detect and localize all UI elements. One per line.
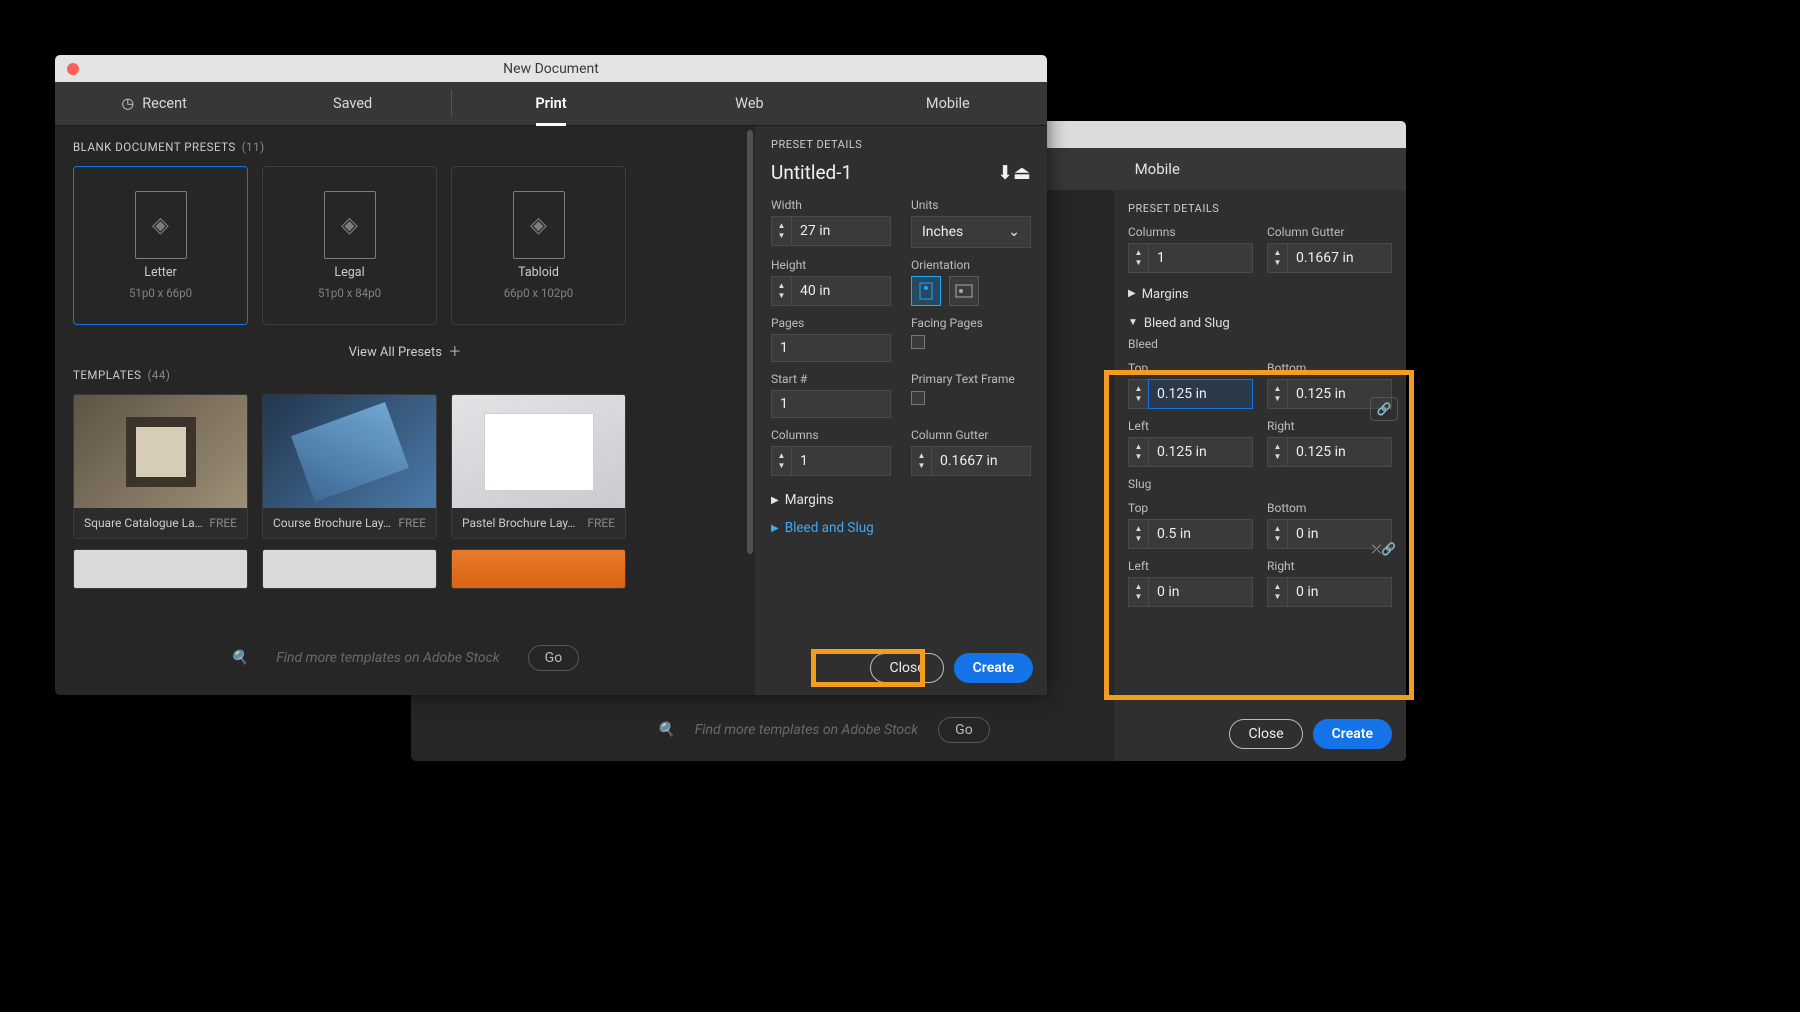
preset-details-panel: PRESET DETAILS Untitled-1 ⬇︎⏏︎ Width ▲▼ … — [755, 126, 1047, 695]
view-all-presets[interactable]: View All Presets ＋ — [73, 341, 737, 360]
start-number-input[interactable]: 1 — [771, 390, 891, 418]
search-icon: 🔍 — [657, 722, 674, 738]
go-button-back[interactable]: Go — [938, 717, 990, 743]
page-icon: ◈ — [530, 213, 547, 238]
pages-input[interactable]: 1 — [771, 334, 891, 362]
chevron-up-down-icon[interactable]: ▲▼ — [911, 446, 931, 476]
template-item[interactable] — [262, 549, 437, 589]
facing-pages-label: Facing Pages — [911, 316, 1031, 330]
scrollbar[interactable] — [747, 128, 753, 693]
go-button-front[interactable]: Go — [528, 645, 580, 671]
columns-label-back: Columns — [1128, 225, 1253, 239]
orientation-landscape[interactable] — [949, 276, 979, 306]
preset-details-header: PRESET DETAILS — [771, 138, 1031, 151]
create-button-back[interactable]: Create — [1313, 719, 1392, 749]
columns-value-back[interactable]: 1 — [1148, 243, 1253, 273]
close-button-back[interactable]: Close — [1229, 719, 1302, 749]
gutter-label: Column Gutter — [911, 428, 1031, 442]
window-title: New Document — [55, 61, 1047, 77]
bleed-label: Bleed — [1128, 337, 1392, 351]
pages-label: Pages — [771, 316, 891, 330]
height-stepper[interactable]: ▲▼ 40 in — [771, 276, 891, 306]
units-select[interactable]: Inches ⌄ — [911, 216, 1031, 248]
chevron-up-down-icon[interactable]: ▲▼ — [771, 276, 791, 306]
clock-icon: ◷ — [122, 95, 135, 112]
chevron-up-down-icon[interactable]: ▲▼ — [1128, 243, 1148, 273]
stock-search-front: 🔍 Find more templates on Adobe Stock Go — [135, 645, 675, 671]
columns-label: Columns — [771, 428, 891, 442]
page-icon: ◈ — [152, 213, 169, 238]
tab-web[interactable]: Web — [650, 82, 848, 125]
gutter-value[interactable]: 0.1667 in — [931, 446, 1031, 476]
bleed-slug-collapser[interactable]: ▶ Bleed and Slug — [771, 514, 1031, 542]
presets-pane: BLANK DOCUMENT PRESETS(11) ◈ Letter 51p0… — [55, 126, 755, 695]
stock-search-back: 🔍 Find more templates on Adobe Stock Go — [551, 717, 1096, 743]
tab-mobile[interactable]: Mobile — [849, 82, 1047, 125]
search-icon: 🔍 — [231, 650, 248, 666]
orientation-portrait[interactable] — [911, 276, 941, 306]
primary-text-frame-checkbox[interactable] — [911, 391, 925, 405]
primary-text-frame-label: Primary Text Frame — [911, 372, 1031, 386]
height-value[interactable]: 40 in — [791, 276, 891, 306]
template-item[interactable]: Square Catalogue La…FREE — [73, 394, 248, 539]
templates-section-label: TEMPLATES(44) — [73, 368, 737, 382]
template-item[interactable] — [73, 549, 248, 589]
margins-collapser-back[interactable]: ▶ Margins — [1128, 287, 1392, 302]
height-label: Height — [771, 258, 891, 272]
plus-icon: ＋ — [448, 345, 461, 360]
chevron-up-down-icon[interactable]: ▲▼ — [771, 216, 791, 246]
category-tabs: ◷ Recent Saved Print Web Mobile — [55, 82, 1047, 126]
gutter-value-back[interactable]: 0.1667 in — [1287, 243, 1392, 273]
preset-tabloid[interactable]: ◈ Tabloid 66p0 x 102p0 — [451, 166, 626, 325]
template-item[interactable]: Course Brochure Lay…FREE — [262, 394, 437, 539]
highlight-bleed-slug-row — [811, 649, 925, 687]
units-label: Units — [911, 198, 1031, 212]
columns-stepper[interactable]: ▲▼ 1 — [771, 446, 891, 476]
orientation-label: Orientation — [911, 258, 1031, 272]
preset-letter[interactable]: ◈ Letter 51p0 x 66p0 — [73, 166, 248, 325]
tab-recent[interactable]: ◷ Recent — [55, 82, 253, 125]
chevron-right-icon: ▶ — [1128, 288, 1136, 299]
tab-print[interactable]: Print — [452, 82, 650, 125]
new-document-dialog-front: New Document ◷ Recent Saved Print Web Mo… — [55, 55, 1047, 695]
presets-section-label: BLANK DOCUMENT PRESETS(11) — [73, 140, 737, 154]
width-value[interactable]: 27 in — [791, 216, 891, 246]
chevron-down-icon: ▼ — [1128, 317, 1138, 328]
highlight-bleed-slug-panel — [1104, 370, 1414, 700]
gutter-stepper[interactable]: ▲▼ 0.1667 in — [911, 446, 1031, 476]
chevron-right-icon: ▶ — [771, 495, 779, 506]
stock-search-placeholder[interactable]: Find more templates on Adobe Stock — [276, 650, 499, 666]
create-button[interactable]: Create — [954, 653, 1033, 683]
save-preset-icon[interactable]: ⬇︎⏏︎ — [997, 161, 1031, 184]
tab-saved[interactable]: Saved — [253, 82, 451, 125]
template-item[interactable]: Pastel Brochure Lay…FREE — [451, 394, 626, 539]
page-icon: ◈ — [341, 213, 358, 238]
columns-stepper-back[interactable]: ▲▼ 1 — [1128, 243, 1253, 273]
bleed-slug-collapser-back[interactable]: ▼ Bleed and Slug — [1128, 316, 1392, 331]
chevron-up-down-icon[interactable]: ▲▼ — [771, 446, 791, 476]
chevron-up-down-icon[interactable]: ▲▼ — [1267, 243, 1287, 273]
facing-pages-checkbox[interactable] — [911, 335, 925, 349]
columns-value[interactable]: 1 — [791, 446, 891, 476]
document-name[interactable]: Untitled-1 — [771, 161, 852, 184]
preset-details-header-back: PRESET DETAILS — [1128, 202, 1392, 215]
gutter-label-back: Column Gutter — [1267, 225, 1392, 239]
chevron-down-icon: ⌄ — [1008, 224, 1020, 240]
width-stepper[interactable]: ▲▼ 27 in — [771, 216, 891, 246]
width-label: Width — [771, 198, 891, 212]
gutter-stepper-back[interactable]: ▲▼ 0.1667 in — [1267, 243, 1392, 273]
chevron-right-icon: ▶ — [771, 523, 779, 534]
dialog-buttons-back: Close Create — [1114, 707, 1406, 761]
preset-legal[interactable]: ◈ Legal 51p0 x 84p0 — [262, 166, 437, 325]
stock-search-placeholder[interactable]: Find more templates on Adobe Stock — [695, 722, 918, 738]
margins-collapser[interactable]: ▶ Margins — [771, 486, 1031, 514]
template-item[interactable] — [451, 549, 626, 589]
front-titlebar: New Document — [55, 55, 1047, 82]
start-number-label: Start # — [771, 372, 891, 386]
